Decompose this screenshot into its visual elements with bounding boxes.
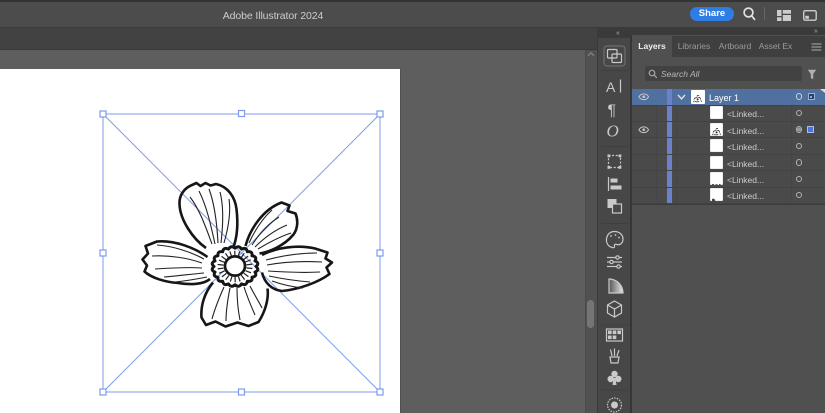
- svg-text:O: O: [607, 122, 619, 141]
- svg-text:A: A: [606, 79, 616, 95]
- svg-text:¶: ¶: [608, 103, 617, 120]
